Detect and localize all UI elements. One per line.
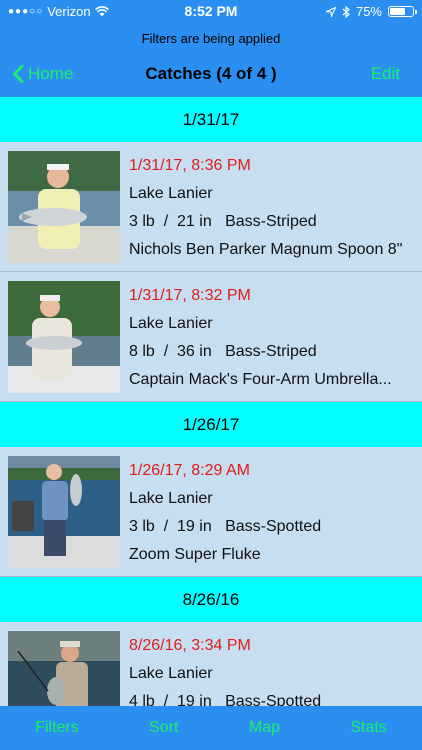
location-arrow-icon bbox=[325, 6, 336, 17]
catch-datetime: 1/26/17, 8:29 AM bbox=[129, 462, 250, 479]
catch-species: Bass-Striped bbox=[225, 213, 317, 230]
status-bar: ●●●○○ Verizon 8:52 PM 75% bbox=[0, 0, 422, 22]
status-right: 75% bbox=[325, 4, 417, 19]
measure-separator: / bbox=[163, 518, 169, 535]
catch-species: Bass-Spotted bbox=[225, 518, 322, 535]
filters-tab[interactable]: Filters bbox=[35, 719, 79, 737]
catch-photo bbox=[8, 151, 120, 263]
catch-measurements: 3 lb / 21 in Bass-Striped bbox=[129, 208, 416, 236]
catch-datetime: 1/31/17, 8:32 PM bbox=[129, 287, 251, 304]
catch-lure: Captain Mack's Four-Arm Umbrella... bbox=[129, 371, 392, 388]
bluetooth-icon bbox=[342, 5, 350, 18]
catches-list[interactable]: 1/31/17 1/31/17, 8:36 PM Lake Lanier 3 l… bbox=[0, 97, 422, 706]
catch-species: Bass-Spotted bbox=[225, 693, 322, 706]
catch-length: 36 in bbox=[177, 343, 212, 360]
stats-tab[interactable]: Stats bbox=[350, 719, 386, 737]
bottom-toolbar: Filters Sort Map Stats bbox=[0, 706, 422, 750]
catch-weight: 4 lb bbox=[129, 693, 155, 706]
catch-row[interactable]: 1/31/17, 8:32 PM Lake Lanier 8 lb / 36 i… bbox=[0, 272, 422, 402]
catch-measurements: 4 lb / 19 in Bass-Spotted bbox=[129, 688, 416, 706]
catch-weight: 3 lb bbox=[129, 518, 155, 535]
catch-length: 19 in bbox=[177, 518, 212, 535]
section-header: 1/26/17 bbox=[0, 402, 422, 447]
measure-separator: / bbox=[163, 213, 169, 230]
catch-row[interactable]: 1/26/17, 8:29 AM Lake Lanier 3 lb / 19 i… bbox=[0, 447, 422, 577]
page-title: Catches (4 of 4 ) bbox=[145, 64, 277, 83]
catch-location: Lake Lanier bbox=[129, 665, 213, 682]
catch-lure: Nichols Ben Parker Magnum Spoon 8" bbox=[129, 241, 403, 258]
edit-button[interactable]: Edit bbox=[371, 64, 400, 84]
sort-tab[interactable]: Sort bbox=[149, 719, 178, 737]
catch-weight: 8 lb bbox=[129, 343, 155, 360]
catch-info: 1/31/17, 8:36 PM Lake Lanier 3 lb / 21 i… bbox=[129, 152, 416, 264]
navigation-bar: Filters are being applied Home Catches (… bbox=[0, 22, 422, 97]
battery-fill bbox=[390, 8, 405, 15]
filter-notice: Filters are being applied bbox=[141, 31, 281, 46]
battery-percent: 75% bbox=[355, 4, 382, 19]
catch-datetime: 1/31/17, 8:36 PM bbox=[129, 157, 251, 174]
catch-species: Bass-Striped bbox=[225, 343, 317, 360]
catch-info: 1/31/17, 8:32 PM Lake Lanier 8 lb / 36 i… bbox=[129, 282, 416, 394]
catch-datetime: 8/26/16, 3:34 PM bbox=[129, 637, 251, 654]
catch-location: Lake Lanier bbox=[129, 490, 213, 507]
map-tab[interactable]: Map bbox=[249, 719, 280, 737]
measure-separator: / bbox=[163, 343, 169, 360]
catch-location: Lake Lanier bbox=[129, 185, 213, 202]
catch-photo bbox=[8, 631, 120, 706]
catch-info: 1/26/17, 8:29 AM Lake Lanier 3 lb / 19 i… bbox=[129, 457, 416, 569]
battery-icon bbox=[388, 6, 417, 17]
catch-measurements: 8 lb / 36 in Bass-Striped bbox=[129, 338, 416, 366]
catch-weight: 3 lb bbox=[129, 213, 155, 230]
section-header: 8/26/16 bbox=[0, 577, 422, 622]
section-header: 1/31/17 bbox=[0, 97, 422, 142]
catch-measurements: 3 lb / 19 in Bass-Spotted bbox=[129, 513, 416, 541]
catch-row[interactable]: 1/31/17, 8:36 PM Lake Lanier 3 lb / 21 i… bbox=[0, 142, 422, 272]
catch-location: Lake Lanier bbox=[129, 315, 213, 332]
catch-length: 21 in bbox=[177, 213, 212, 230]
catch-length: 19 in bbox=[177, 693, 212, 706]
catch-lure: Zoom Super Fluke bbox=[129, 546, 261, 563]
measure-separator: / bbox=[163, 693, 169, 706]
catch-photo bbox=[8, 281, 120, 393]
catch-photo bbox=[8, 456, 120, 568]
catch-row[interactable]: 8/26/16, 3:34 PM Lake Lanier 4 lb / 19 i… bbox=[0, 622, 422, 706]
catch-info: 8/26/16, 3:34 PM Lake Lanier 4 lb / 19 i… bbox=[129, 632, 416, 706]
